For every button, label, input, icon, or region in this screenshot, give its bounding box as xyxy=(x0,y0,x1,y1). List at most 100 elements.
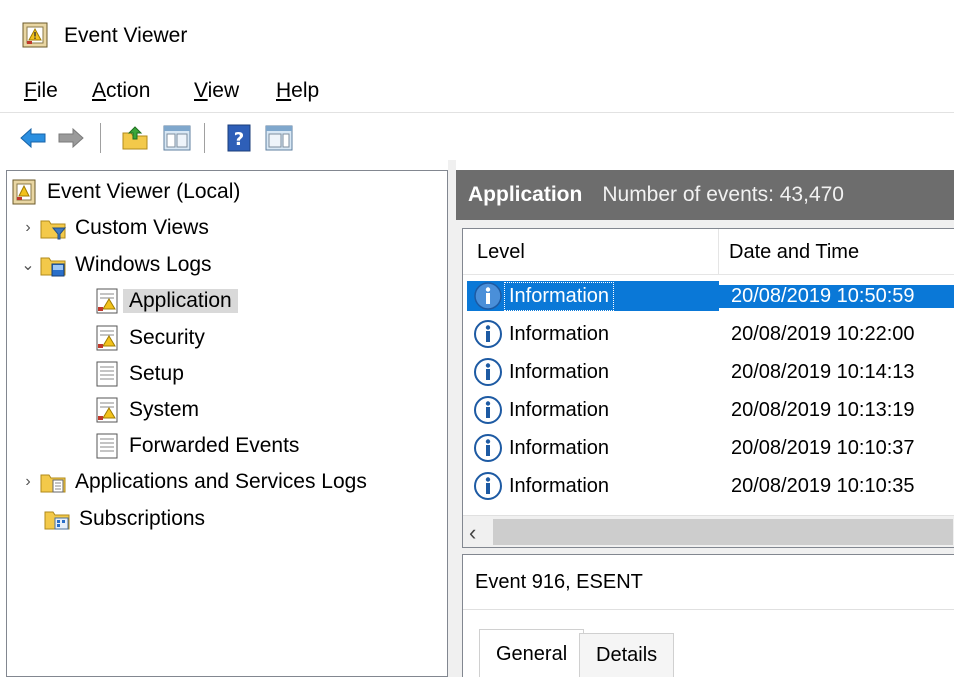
event-row[interactable]: Information 20/08/2019 10:22:00 xyxy=(467,315,954,353)
log-name: Application xyxy=(468,183,583,206)
toolbar-separator xyxy=(100,123,101,153)
chevron-right-icon[interactable]: › xyxy=(17,473,39,491)
event-list: Level Date and Time Information 20/08/20… xyxy=(462,228,954,548)
log-file-warning-icon xyxy=(96,325,118,351)
scroll-left-icon[interactable]: ‹ xyxy=(469,520,476,546)
back-arrow-icon[interactable] xyxy=(18,123,48,153)
pane-splitter[interactable] xyxy=(448,160,456,677)
menu-file[interactable]: File xyxy=(20,77,62,105)
menu-bar: File Action View Help xyxy=(0,72,954,112)
horizontal-scrollbar[interactable]: ‹ xyxy=(463,515,954,547)
level-cell: Information xyxy=(467,471,719,501)
column-header-date[interactable]: Date and Time xyxy=(719,229,954,275)
event-row[interactable]: Information 20/08/2019 10:13:19 xyxy=(467,391,954,429)
event-detail-title: Event 916, ESENT xyxy=(475,571,643,593)
event-date: 20/08/2019 10:10:37 xyxy=(731,436,915,459)
results-pane: Application Number of events: 43,470 Lev… xyxy=(456,170,954,677)
tree-item-applications-and-services-logs[interactable]: › Applications and Services Logs xyxy=(17,465,367,499)
level-cell: Information xyxy=(467,319,719,349)
event-date: 20/08/2019 10:50:59 xyxy=(719,284,954,308)
tree-item-custom-views[interactable]: › Custom Views xyxy=(17,211,209,245)
tab-details[interactable]: Details xyxy=(579,633,675,677)
tree-item-application[interactable]: Application xyxy=(93,284,238,318)
event-row[interactable]: Information 20/08/2019 10:10:35 xyxy=(467,467,954,505)
divider xyxy=(463,609,954,610)
scrollbar-thumb[interactable] xyxy=(493,519,953,545)
menu-help-mnemonic: H xyxy=(276,79,292,102)
window-title: Event Viewer xyxy=(64,24,188,47)
chevron-right-icon[interactable]: › xyxy=(17,219,39,237)
event-count: Number of events: 43,470 xyxy=(602,183,844,206)
event-level: Information xyxy=(509,322,610,345)
menu-file-mnemonic: F xyxy=(24,79,37,102)
menu-help[interactable]: Help xyxy=(272,77,323,105)
menu-view-rest: iew xyxy=(207,79,240,102)
tree-item-system[interactable]: System xyxy=(93,393,199,427)
svg-text:?: ? xyxy=(234,129,244,150)
event-row[interactable]: Information 20/08/2019 10:10:37 xyxy=(467,429,954,467)
folder-logs-icon xyxy=(40,474,66,493)
menu-view[interactable]: View xyxy=(190,77,243,105)
tree-item-setup[interactable]: Setup xyxy=(93,357,184,391)
column-header-row: Level Date and Time xyxy=(463,229,954,275)
subscriptions-icon xyxy=(44,511,70,530)
show-hide-action-pane-icon[interactable] xyxy=(264,123,294,153)
show-hide-console-tree-icon[interactable] xyxy=(162,123,192,153)
tree-label: Windows Logs xyxy=(75,253,212,276)
tab-general[interactable]: General xyxy=(479,629,585,677)
toolbar: ? xyxy=(0,112,954,160)
event-date: 20/08/2019 10:22:00 xyxy=(731,322,915,345)
level-cell: Information xyxy=(467,281,719,311)
menu-action-mnemonic: A xyxy=(92,79,107,102)
tree-label: System xyxy=(129,398,200,421)
event-date: 20/08/2019 10:14:13 xyxy=(731,360,915,383)
information-icon xyxy=(474,434,502,462)
information-icon xyxy=(474,396,502,424)
menu-help-rest: elp xyxy=(291,79,320,102)
tree-item-security[interactable]: Security xyxy=(93,321,205,355)
chevron-down-icon[interactable]: ⌄ xyxy=(17,255,39,275)
tree-item-subscriptions[interactable]: Subscriptions xyxy=(43,502,205,536)
tree-label: Applications and Services Logs xyxy=(75,470,367,493)
toolbar-separator xyxy=(204,123,205,153)
tree-item-forwarded-events[interactable]: Forwarded Events xyxy=(93,429,299,463)
information-icon xyxy=(474,472,502,500)
event-date: 20/08/2019 10:13:19 xyxy=(731,398,915,421)
information-icon xyxy=(474,358,502,386)
event-level: Information xyxy=(509,398,610,421)
tree-item-windows-logs[interactable]: ⌄ Windows Logs xyxy=(17,248,212,282)
event-date: 20/08/2019 10:10:35 xyxy=(731,474,915,497)
menu-action-rest: ction xyxy=(106,79,151,102)
level-cell: Information xyxy=(467,395,719,425)
forward-arrow-icon[interactable] xyxy=(56,123,86,153)
tree-item-event-viewer-local[interactable]: Event Viewer (Local) xyxy=(11,175,240,209)
folder-windows-icon xyxy=(40,257,66,277)
menu-action[interactable]: Action xyxy=(88,77,154,105)
tree-label: Setup xyxy=(129,362,184,385)
log-file-icon xyxy=(96,361,118,387)
tree-label: Security xyxy=(129,326,205,349)
up-folder-icon[interactable] xyxy=(120,123,150,153)
information-icon xyxy=(474,320,502,348)
level-cell: Information xyxy=(467,433,719,463)
tree-label: Forwarded Events xyxy=(129,434,300,457)
level-cell: Information xyxy=(467,357,719,387)
event-row[interactable]: Information 20/08/2019 10:14:13 xyxy=(467,353,954,391)
title-bar: Event Viewer xyxy=(0,0,954,72)
event-row[interactable]: Information 20/08/2019 10:50:59 xyxy=(467,277,954,315)
event-viewer-icon xyxy=(12,179,36,205)
help-icon[interactable]: ? xyxy=(224,123,254,153)
column-header-level[interactable]: Level xyxy=(467,229,719,275)
information-icon xyxy=(474,282,502,310)
console-tree: Event Viewer (Local) › Custom Views ⌄ Wi… xyxy=(6,170,448,677)
event-level: Information xyxy=(509,360,610,383)
log-file-warning-icon xyxy=(96,288,118,314)
tree-label: Subscriptions xyxy=(79,507,206,530)
tree-label: Event Viewer (Local) xyxy=(47,180,241,203)
event-detail-pane: Event 916, ESENT General Details xyxy=(462,554,954,677)
event-viewer-app-icon xyxy=(22,22,48,48)
log-file-warning-icon xyxy=(96,397,118,423)
tree-label: Custom Views xyxy=(75,216,209,239)
tree-label: Application xyxy=(123,289,238,313)
menu-view-mnemonic: V xyxy=(194,79,208,102)
